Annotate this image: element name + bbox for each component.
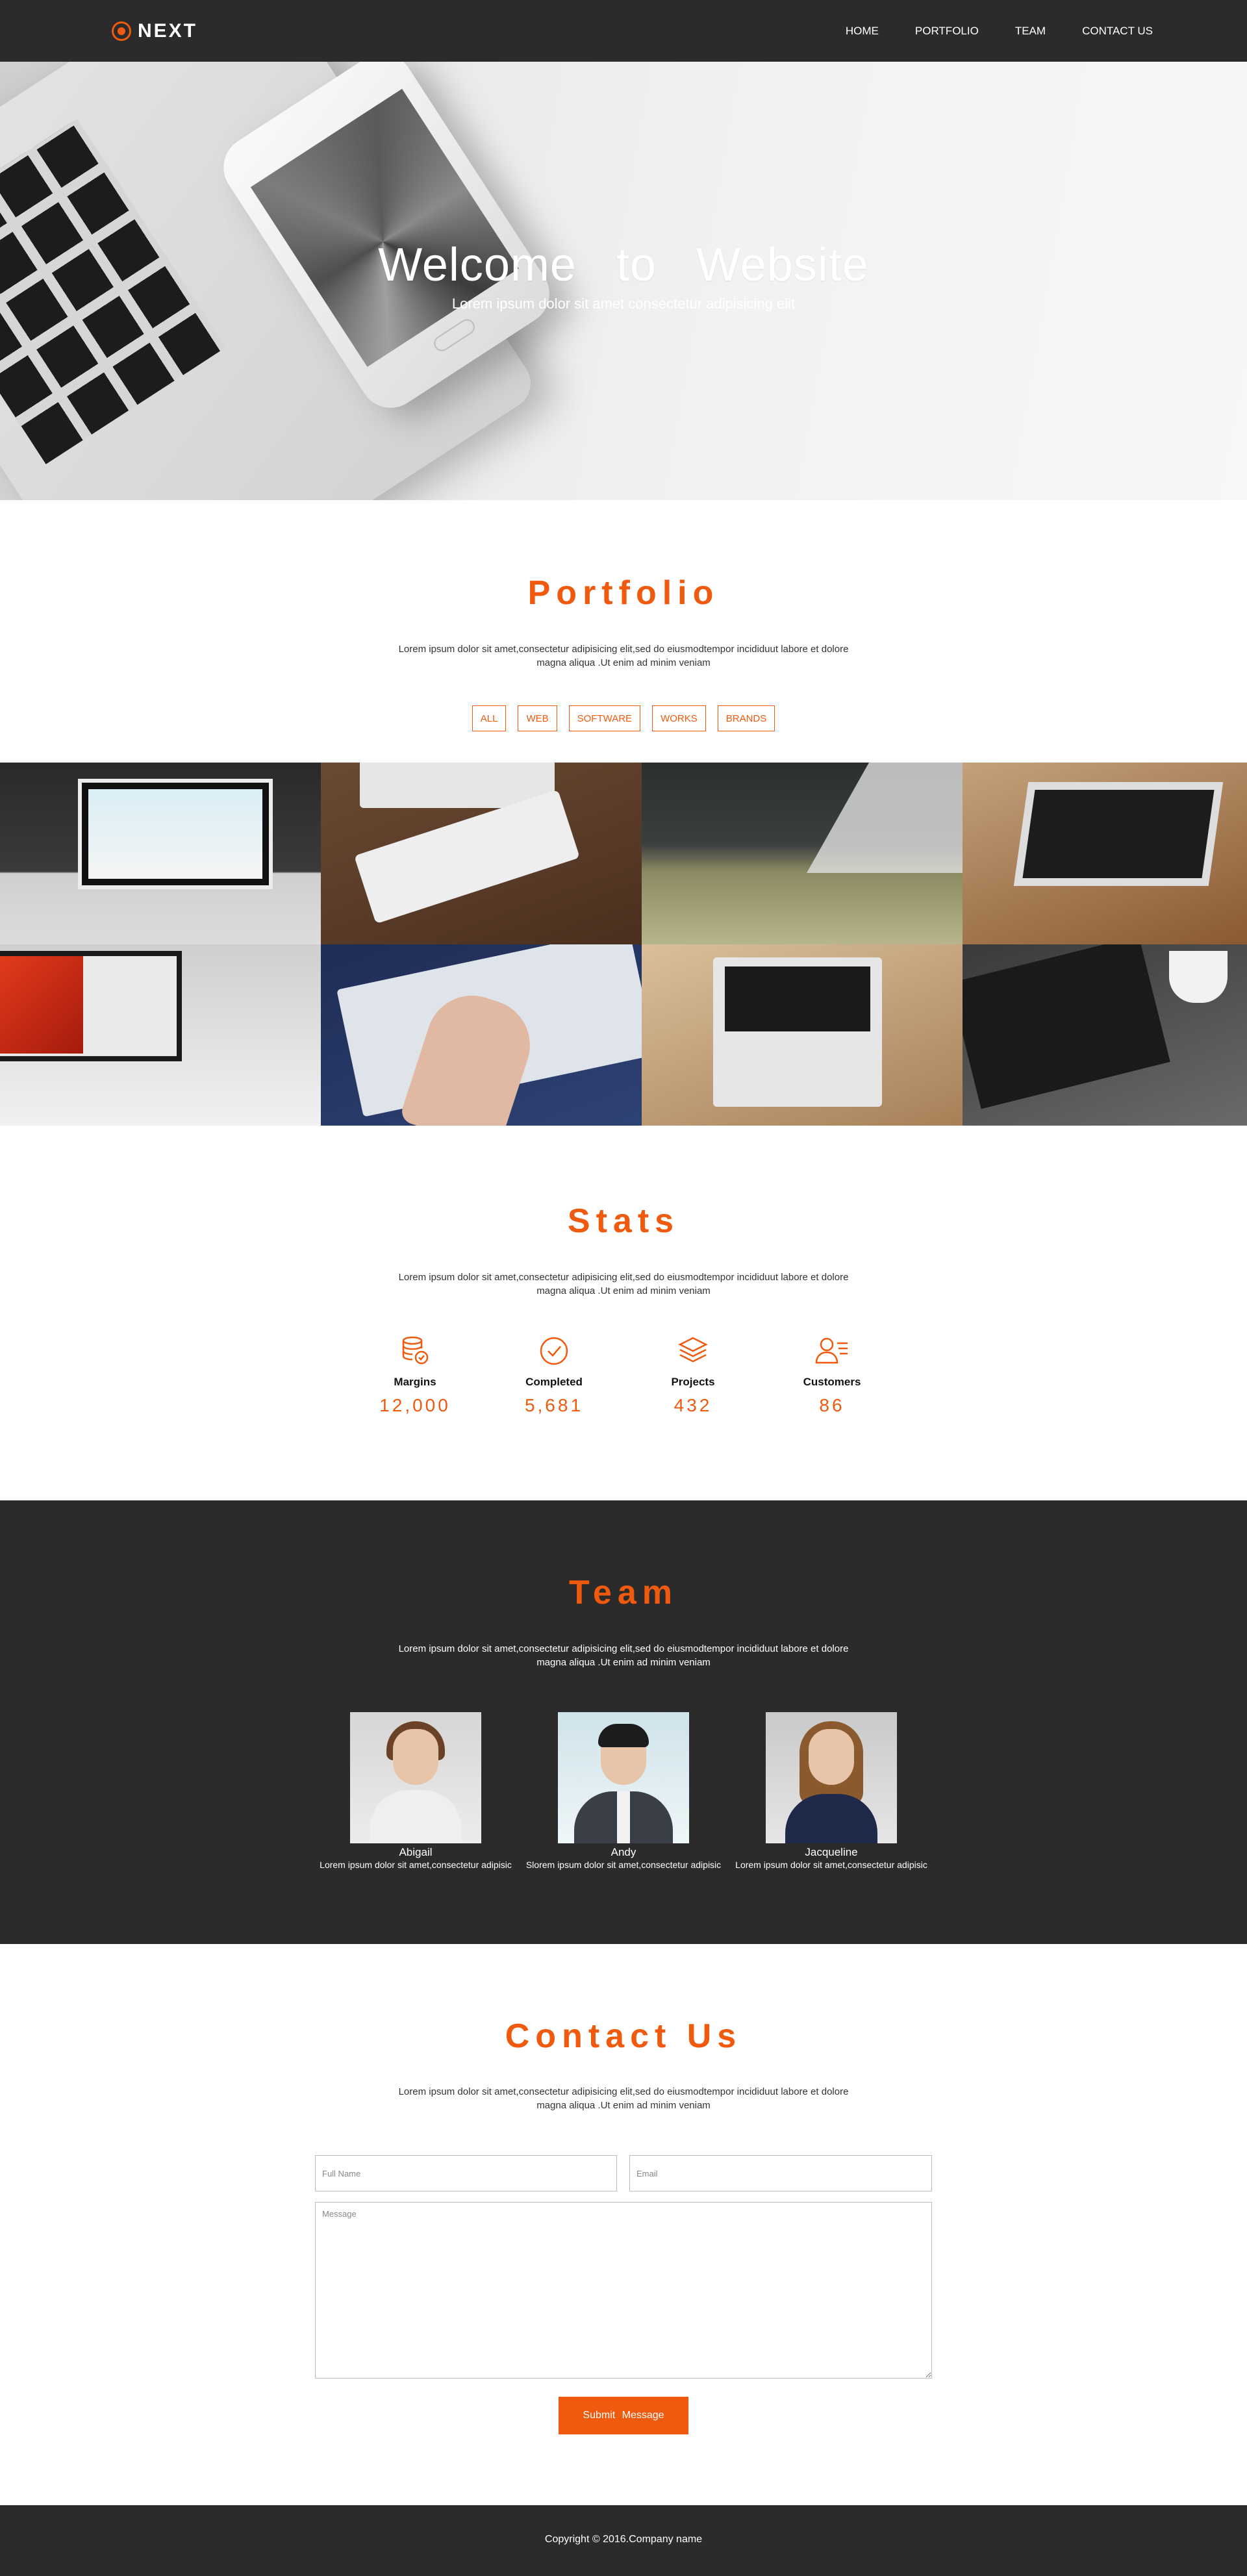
nav-item-team[interactable]: TEAM bbox=[1015, 25, 1046, 38]
team-members: Abigail Lorem ipsum dolor sit amet,conse… bbox=[0, 1712, 1247, 1871]
full-name-field[interactable] bbox=[315, 2155, 617, 2191]
member-photo bbox=[766, 1712, 897, 1843]
stats-title: Stats bbox=[567, 1202, 680, 1240]
stat-label: Completed bbox=[525, 1376, 583, 1388]
portfolio-item[interactable] bbox=[642, 763, 963, 944]
stat-label: Margins bbox=[394, 1376, 436, 1388]
member-name: Andy bbox=[611, 1846, 636, 1858]
hero-title: Welcome to Website bbox=[378, 239, 869, 291]
site-footer: Copyright © 2016.Company name bbox=[0, 2505, 1247, 2576]
portfolio-item[interactable] bbox=[321, 944, 642, 1126]
portfolio-filters: ALL WEB SOFTWARE WORKS BRANDS bbox=[0, 705, 1247, 731]
portfolio-item[interactable] bbox=[963, 944, 1247, 1126]
member-photo bbox=[558, 1712, 689, 1843]
stat-value: 12,000 bbox=[379, 1395, 451, 1415]
filter-software-button[interactable]: SOFTWARE bbox=[568, 705, 641, 731]
stat-value: 5,681 bbox=[524, 1395, 584, 1415]
copyright-text: Copyright © 2016.Company name bbox=[544, 2534, 703, 2545]
nav-item-portfolio[interactable]: PORTFOLIO bbox=[915, 25, 979, 38]
team-member: Jacqueline Lorem ipsum dolor sit amet,co… bbox=[727, 1712, 935, 1871]
team-text: Lorem ipsum dolor sit amet,consectetur a… bbox=[398, 1643, 849, 1668]
contact-text: Lorem ipsum dolor sit amet,consectetur a… bbox=[398, 2086, 849, 2111]
contact-title: Contact Us bbox=[505, 2017, 742, 2055]
check-circle-icon bbox=[540, 1337, 568, 1365]
filter-brands-button[interactable]: BRANDS bbox=[717, 705, 775, 731]
stat-value: 432 bbox=[674, 1395, 712, 1415]
stat-label: Projects bbox=[671, 1376, 715, 1388]
portfolio-item[interactable] bbox=[963, 763, 1247, 944]
stats-text: Lorem ipsum dolor sit amet,consectetur a… bbox=[398, 1272, 849, 1296]
stat-label: Customers bbox=[803, 1376, 861, 1388]
portfolio-item[interactable] bbox=[0, 944, 321, 1126]
member-desc: Slorem ipsum dolor sit amet,consectetur … bbox=[525, 1860, 722, 1870]
email-field[interactable] bbox=[629, 2155, 932, 2191]
member-name: Jacqueline bbox=[805, 1846, 858, 1858]
team-title: Team bbox=[569, 1574, 678, 1611]
portfolio-grid bbox=[0, 763, 1247, 1126]
team-member: Abigail Lorem ipsum dolor sit amet,conse… bbox=[312, 1712, 520, 1871]
nav-item-contact[interactable]: CONTACT US bbox=[1082, 25, 1153, 38]
stats-row: Margins 12,000 Completed 5,681 Projects … bbox=[0, 1333, 1247, 1416]
stat-completed: Completed 5,681 bbox=[485, 1333, 624, 1416]
member-name: Abigail bbox=[399, 1846, 433, 1858]
database-check-icon bbox=[402, 1336, 429, 1365]
user-list-icon bbox=[815, 1337, 848, 1364]
portfolio-title: Portfolio bbox=[527, 574, 720, 612]
hero-banner: Welcome to Website Lorem ipsum dolor sit… bbox=[0, 62, 1247, 500]
hero-subtitle: Lorem ipsum dolor sit amet consectetur a… bbox=[451, 296, 796, 312]
portfolio-item[interactable] bbox=[642, 944, 963, 1126]
site-header: NEXT HOME PORTFOLIO TEAM CONTACT US bbox=[0, 0, 1247, 62]
submit-message-button[interactable]: Submit Message bbox=[559, 2397, 688, 2434]
stat-margins: Margins 12,000 bbox=[346, 1333, 485, 1416]
main-nav: HOME PORTFOLIO TEAM CONTACT US bbox=[809, 0, 1153, 62]
layers-icon bbox=[678, 1337, 708, 1363]
filter-web-button[interactable]: WEB bbox=[518, 705, 557, 731]
portfolio-item[interactable] bbox=[0, 763, 321, 944]
logo[interactable]: NEXT bbox=[112, 18, 197, 44]
logo-text: NEXT bbox=[138, 20, 198, 42]
logo-target-icon bbox=[112, 21, 131, 41]
stat-customers: Customers 86 bbox=[762, 1333, 901, 1416]
filter-all-button[interactable]: ALL bbox=[472, 705, 507, 731]
stat-projects: Projects 432 bbox=[624, 1333, 762, 1416]
team-member: Andy Slorem ipsum dolor sit amet,consect… bbox=[520, 1712, 727, 1871]
filter-works-button[interactable]: WORKS bbox=[652, 705, 706, 731]
portfolio-item[interactable] bbox=[321, 763, 642, 944]
portfolio-text: Lorem ipsum dolor sit amet,consectetur a… bbox=[398, 644, 849, 668]
member-desc: Lorem ipsum dolor sit amet,consectetur a… bbox=[320, 1860, 512, 1870]
member-photo bbox=[350, 1712, 481, 1843]
message-field[interactable] bbox=[315, 2202, 932, 2379]
nav-item-home[interactable]: HOME bbox=[846, 25, 879, 38]
member-desc: Lorem ipsum dolor sit amet,consectetur a… bbox=[735, 1860, 927, 1870]
stat-value: 86 bbox=[819, 1395, 845, 1415]
